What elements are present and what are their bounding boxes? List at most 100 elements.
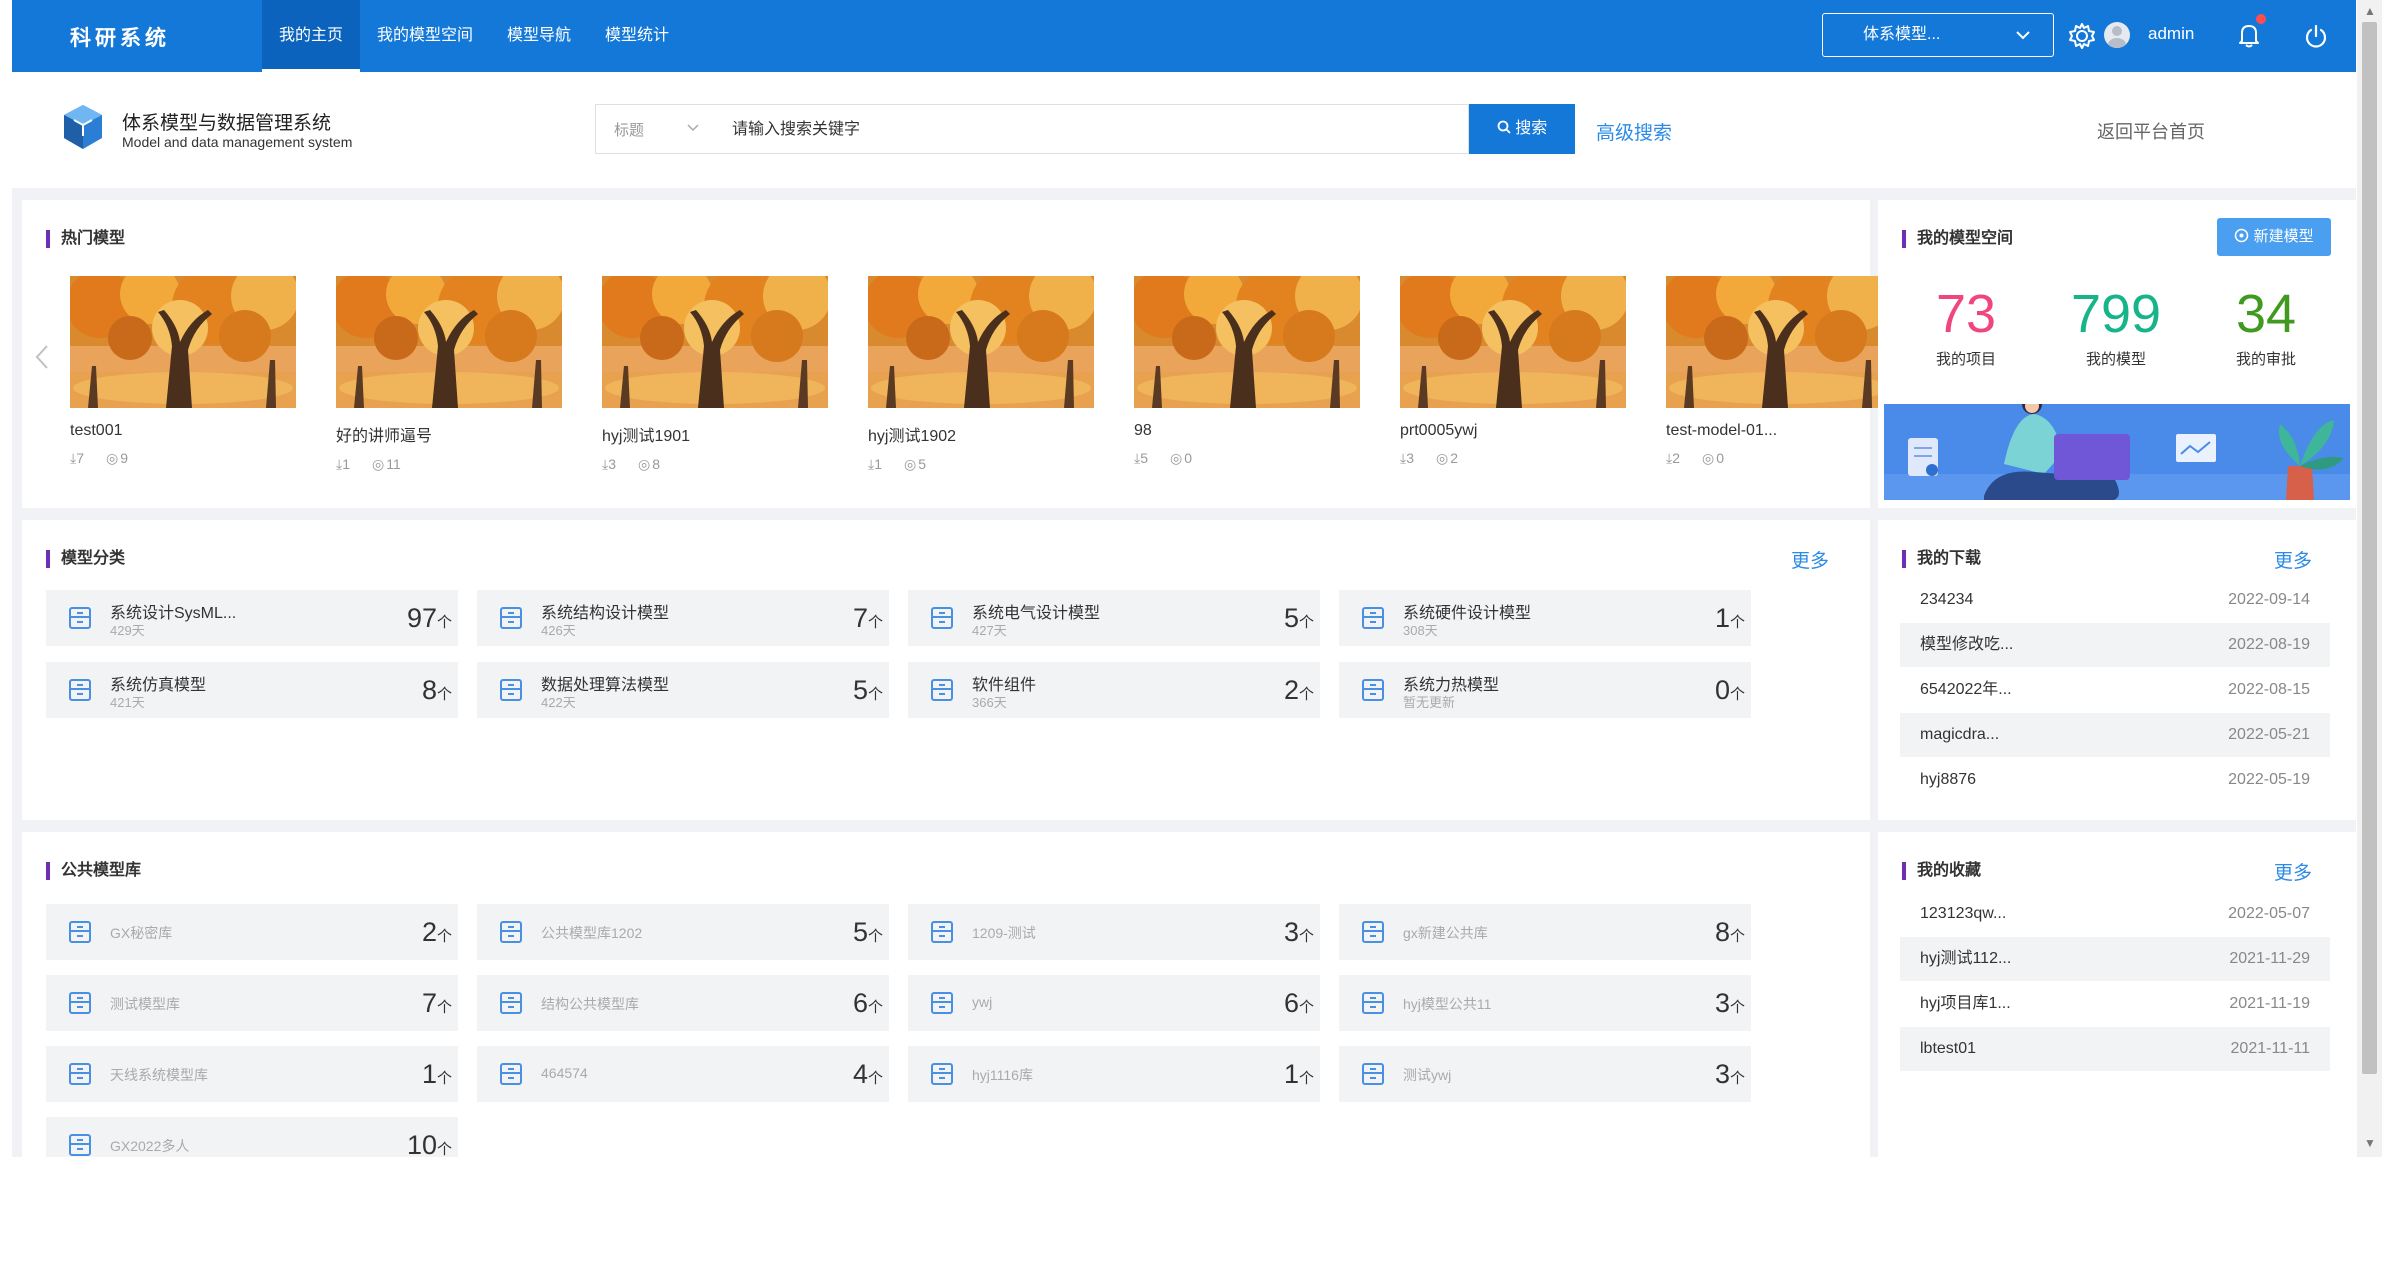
bell-icon[interactable] [2234,20,2264,50]
avatar[interactable] [2104,22,2130,48]
hot-model-card[interactable]: test001 ⤓7 ◎ 9 [70,276,296,467]
library-card[interactable]: gx新建公共库 8个 [1339,904,1751,960]
model-thumbnail[interactable] [336,276,562,408]
view-count-value: 2 [1450,450,1459,466]
list-item[interactable]: hyj8876 2022-05-19 [1900,758,2330,802]
library-card[interactable]: 公共模型库1202 5个 [477,904,889,960]
category-card[interactable]: 系统设计SysML... 429天 97个 [46,590,458,646]
hot-model-name[interactable]: 98 [1134,422,1360,440]
stat-block[interactable]: 73 我的项目 [1896,284,2036,369]
power-icon[interactable] [2302,22,2330,50]
download-count-value: 3 [1406,450,1414,466]
card-count-unit: 个 [1729,1070,1745,1087]
list-item[interactable]: lbtest01 2021-11-11 [1900,1027,2330,1071]
library-card[interactable]: GX秘密库 2个 [46,904,458,960]
library-card[interactable]: hyj1116库 1个 [908,1046,1320,1102]
list-item[interactable]: 6542022年... 2022-08-15 [1900,668,2330,712]
library-card[interactable]: 天线系统模型库 1个 [46,1046,458,1102]
hot-model-name[interactable]: test-model-01... [1666,422,1892,440]
chevron-left-icon[interactable] [32,340,52,383]
hot-model-card[interactable]: hyj测试1901 ⤓3 ◎ 8 [602,276,828,473]
hot-model-name[interactable]: test001 [70,422,296,440]
card-count-value: 8 [1714,917,1730,947]
list-item-name: 模型修改吃... [1920,636,2014,653]
card-name: 1209-测试 [972,925,1036,941]
view-count-value: 9 [120,450,129,466]
library-card[interactable]: ywj 6个 [908,975,1320,1031]
new-model-button[interactable]: 新建模型 [2217,218,2331,256]
downloads-more-link[interactable]: 更多 [2274,546,2312,573]
list-item[interactable]: hyj测试112... 2021-11-29 [1900,937,2330,981]
page-scrollbar[interactable]: ▲ ▼ [2357,0,2382,1157]
search-input[interactable] [730,113,1434,147]
hot-model-card[interactable]: test-model-01... ⤓2 ◎ 0 [1666,276,1892,467]
library-card[interactable]: hyj模型公共11 3个 [1339,975,1751,1031]
scroll-up-arrow-icon[interactable]: ▲ [2364,4,2376,18]
category-card[interactable]: 系统结构设计模型 426天 7个 [477,590,889,646]
model-thumbnail[interactable] [1666,276,1892,408]
model-thumbnail[interactable] [602,276,828,408]
card-count: 7个 [422,988,452,1019]
library-card[interactable]: 结构公共模型库 6个 [477,975,889,1031]
card-count-value: 3 [1714,1059,1730,1089]
library-card[interactable]: 1209-测试 3个 [908,904,1320,960]
username[interactable]: admin [2148,24,2194,44]
hot-model-card[interactable]: 98 ⤓5 ◎ 0 [1134,276,1360,467]
nav-model-navigation[interactable]: 模型导航 [490,0,588,72]
model-thumbnail[interactable] [1134,276,1360,408]
card-count-unit: 个 [867,999,883,1016]
card-count-value: 1 [1714,603,1730,633]
hot-model-card[interactable]: prt0005ywj ⤓3 ◎ 2 [1400,276,1626,467]
library-card[interactable]: 测试模型库 7个 [46,975,458,1031]
system-select[interactable]: 体系模型... [1822,13,2054,57]
search-button[interactable]: 搜索 [1469,104,1575,154]
categories-more-link[interactable]: 更多 [1791,546,1829,573]
list-item[interactable]: 234234 2022-09-14 [1900,578,2330,622]
category-card[interactable]: 系统仿真模型 421天 8个 [46,662,458,718]
card-count-value: 2 [421,917,437,947]
library-card[interactable]: 测试ywj 3个 [1339,1046,1751,1102]
category-card[interactable]: 系统硬件设计模型 308天 1个 [1339,590,1751,646]
favorites-title: 我的收藏 [1902,862,1981,880]
model-thumbnail[interactable] [1400,276,1626,408]
category-card[interactable]: 软件组件 366天 2个 [908,662,1320,718]
card-name: 结构公共模型库 [541,996,639,1012]
category-card[interactable]: 系统力热模型 暂无更新 0个 [1339,662,1751,718]
category-card[interactable]: 数据处理算法模型 422天 5个 [477,662,889,718]
model-thumbnail[interactable] [70,276,296,408]
cabinet-icon [1359,676,1387,704]
nav-my-model-space[interactable]: 我的模型空间 [360,0,490,72]
back-to-platform-link[interactable]: 返回平台首页 [2097,118,2205,144]
nav-model-statistics[interactable]: 模型统计 [588,0,686,72]
list-item[interactable]: 模型修改吃... 2022-08-19 [1900,623,2330,667]
stat-block[interactable]: 34 我的审批 [2196,284,2336,369]
nav-my-home[interactable]: 我的主页 [262,0,361,72]
hot-model-card[interactable]: hyj测试1902 ⤓1 ◎ 5 [868,276,1094,473]
hot-model-name[interactable]: 好的讲师逼号 [336,422,562,446]
search-type-select[interactable]: 标题 [614,119,699,140]
scroll-down-arrow-icon[interactable]: ▼ [2364,1136,2376,1150]
card-count-value: 2 [1283,675,1299,705]
library-card[interactable]: 464574 4个 [477,1046,889,1102]
list-item-name: 234234 [1920,591,1974,608]
search-type-value: 标题 [614,122,645,139]
list-item[interactable]: 123123qw... 2022-05-07 [1900,892,2330,936]
model-thumbnail[interactable] [868,276,1094,408]
library-card[interactable]: GX2022多人 10个 [46,1117,458,1157]
category-card[interactable]: 系统电气设计模型 427天 5个 [908,590,1320,646]
scrollbar-thumb[interactable] [2362,22,2377,1074]
card-count-unit: 个 [436,686,452,703]
hot-model-card[interactable]: 好的讲师逼号 ⤓1 ◎ 11 [336,276,562,473]
favorites-more-link[interactable]: 更多 [2274,858,2312,885]
list-item[interactable]: magicdra... 2022-05-21 [1900,713,2330,757]
view-count: ◎ 9 [106,450,128,466]
gear-icon[interactable] [2068,22,2096,50]
card-updated: 421天 [110,695,145,710]
hot-model-name[interactable]: hyj测试1902 [868,422,1094,446]
list-item[interactable]: hyj项目库1... 2021-11-19 [1900,982,2330,1026]
stat-block[interactable]: 799 我的模型 [2046,284,2186,369]
card-name: 天线系统模型库 [110,1067,208,1083]
hot-model-name[interactable]: prt0005ywj [1400,422,1626,440]
advanced-search-link[interactable]: 高级搜索 [1596,118,1672,145]
hot-model-name[interactable]: hyj测试1901 [602,422,828,446]
